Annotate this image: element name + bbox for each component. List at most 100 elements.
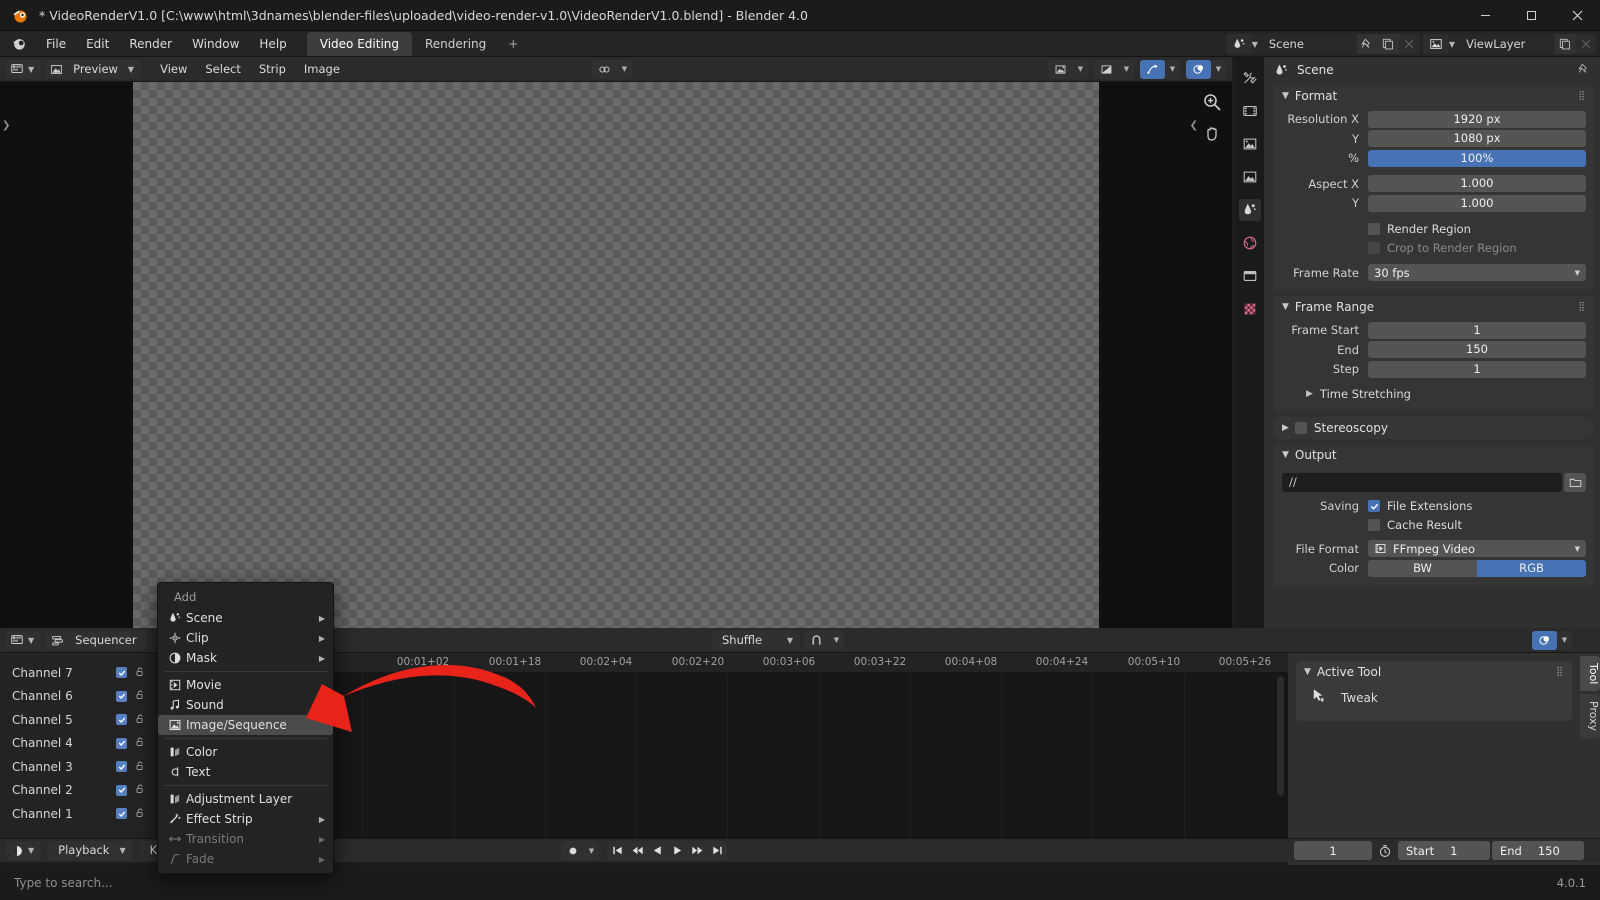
sequencer-view-selector[interactable]: Sequencer — [45, 630, 147, 650]
output-path-input[interactable]: // — [1282, 472, 1562, 492]
active-tool-presets-icon[interactable]: ⣿ — [1556, 667, 1564, 676]
tab-tool[interactable]: Tool — [1580, 656, 1600, 692]
editor-type-selector[interactable]: ▼ — [6, 59, 42, 79]
frame-step-field[interactable]: 1 — [1368, 360, 1586, 378]
remove-viewlayer-button[interactable] — [1575, 34, 1596, 54]
snap-group[interactable]: ▼ — [804, 630, 844, 650]
zoom-icon[interactable] — [1202, 92, 1222, 115]
maximize-button[interactable] — [1508, 0, 1554, 31]
blender-menu-icon[interactable] — [12, 36, 27, 51]
snap-chevron-icon[interactable]: ▼ — [829, 631, 844, 650]
add-workspace-button[interactable]: + — [499, 32, 527, 56]
channel-lock-icon[interactable] — [135, 783, 146, 797]
preview-canvas[interactable]: ❯ ❮ — [0, 82, 1232, 628]
panel-frame-range-header[interactable]: ▼ Frame Range ⣿ — [1274, 296, 1594, 318]
panel-stereoscopy-header[interactable]: ▶ Stereoscopy — [1274, 417, 1594, 439]
browse-folder-icon[interactable] — [1564, 472, 1586, 492]
channel-lock-icon[interactable] — [135, 807, 146, 821]
overlays-group[interactable]: ▼ — [1186, 59, 1226, 79]
menu-item-movie[interactable]: Movie — [158, 675, 333, 695]
image-overlay-group[interactable]: ▼ — [1048, 59, 1088, 79]
channel-row[interactable]: Channel 7 — [0, 661, 160, 685]
properties-tab-render[interactable] — [1239, 100, 1261, 122]
menu-item-sound[interactable]: Sound — [158, 695, 333, 715]
percent-field[interactable]: 100% — [1368, 149, 1586, 167]
snap-magnet-icon[interactable] — [804, 631, 829, 650]
render-region-checkbox[interactable] — [1368, 223, 1380, 235]
channel-row[interactable]: Channel 2 — [0, 779, 160, 803]
gizmo-icon[interactable] — [592, 60, 617, 79]
channel-lock-icon[interactable] — [135, 713, 146, 727]
channel-row[interactable]: Channel 6 — [0, 685, 160, 709]
channel-visibility-checkbox[interactable] — [116, 690, 127, 702]
gizmo-chevron-icon[interactable]: ▼ — [617, 60, 632, 79]
properties-tab-texture[interactable] — [1239, 298, 1261, 320]
channel-icon[interactable] — [1094, 60, 1119, 79]
frame-rate-dropdown[interactable]: 30 fps ▼ — [1368, 264, 1586, 281]
menu-help[interactable]: Help — [249, 33, 296, 55]
panel-output-header[interactable]: ▼ Output — [1274, 444, 1594, 466]
preview-right-sidebar-toggle[interactable]: ❮ — [1190, 120, 1198, 131]
tab-rendering[interactable]: Rendering — [412, 32, 499, 56]
overlays-chevron-icon[interactable]: ▼ — [1211, 60, 1226, 79]
channel-lock-icon[interactable] — [135, 689, 146, 703]
frame-end-field[interactable]: 150 — [1368, 341, 1586, 358]
preview-menu-strip[interactable]: Strip — [250, 59, 295, 79]
channel-visibility-checkbox[interactable] — [116, 667, 127, 679]
channel-row[interactable]: Channel 1 — [0, 802, 160, 826]
chevron-down-icon[interactable]: ▼ — [584, 841, 599, 860]
close-button[interactable] — [1554, 0, 1600, 31]
timeline-editor-type-selector[interactable]: ▼ — [6, 841, 42, 860]
panel-format-header[interactable]: ▼ Format ⣿ — [1274, 85, 1594, 107]
properties-tab-scene[interactable] — [1239, 199, 1261, 221]
preview-menu-select[interactable]: Select — [196, 59, 249, 79]
unlink-scene-button[interactable] — [1398, 34, 1420, 54]
aspect-y-field[interactable]: 1.000 — [1368, 194, 1586, 212]
overlays-icon[interactable] — [1532, 630, 1557, 650]
end-frame-field[interactable]: End 150 — [1492, 841, 1584, 860]
jump-start-icon[interactable] — [607, 841, 627, 860]
resolution-x-field[interactable]: 1920 px — [1368, 110, 1586, 128]
gizmo-toggle-chevron-icon[interactable]: ▼ — [1165, 60, 1180, 79]
menu-item-text[interactable]: Text — [158, 762, 333, 782]
image-overlay-chevron-icon[interactable]: ▼ — [1073, 60, 1088, 79]
properties-tab-collection[interactable] — [1239, 265, 1261, 287]
playback-dropdown[interactable]: Playback ▼ — [48, 841, 133, 860]
gizmo-toggle-icon[interactable] — [1140, 59, 1165, 79]
channel-lock-icon[interactable] — [135, 666, 146, 680]
sequencer-vertical-scrollbar[interactable] — [1277, 676, 1284, 796]
tab-proxy[interactable]: Proxy — [1580, 694, 1600, 739]
auto-keying-group[interactable]: ▼ — [561, 841, 599, 860]
display-mode-selector[interactable]: Preview ▼ — [45, 59, 142, 79]
image-overlay-icon[interactable] — [1048, 60, 1073, 79]
file-extensions-checkbox[interactable] — [1368, 500, 1380, 512]
use-preview-range-icon[interactable] — [1374, 841, 1396, 860]
menu-item-mask[interactable]: Mask ▶ — [158, 648, 333, 668]
channel-row[interactable]: Channel 4 — [0, 732, 160, 756]
menu-item-scene[interactable]: Scene ▶ — [158, 608, 333, 628]
new-scene-button[interactable] — [1377, 34, 1399, 54]
stereoscopy-checkbox[interactable] — [1294, 421, 1307, 434]
file-format-dropdown[interactable]: FFmpeg Video ▼ — [1368, 540, 1586, 557]
gizmo-toggle-group[interactable]: ▼ — [1140, 59, 1180, 79]
channel-row[interactable]: Channel 3 — [0, 755, 160, 779]
viewlayer-selector[interactable]: ▼ ViewLayer — [1422, 34, 1596, 54]
properties-tab-tool[interactable] — [1239, 67, 1261, 89]
overlays-icon[interactable] — [1186, 59, 1211, 79]
search-hint[interactable]: Type to search... — [14, 876, 113, 890]
subpanel-time-stretching[interactable]: ▶ Time Stretching — [1282, 384, 1586, 404]
menu-item-adjustment-layer[interactable]: Adjustment Layer — [158, 789, 333, 809]
channel-lock-icon[interactable] — [135, 760, 146, 774]
channel-lock-icon[interactable] — [135, 736, 146, 750]
channel-group[interactable]: ▼ — [1094, 59, 1134, 79]
chevron-down-icon[interactable]: ▼ — [1557, 631, 1572, 650]
properties-tab-output[interactable] — [1239, 133, 1261, 155]
play-reverse-icon[interactable] — [647, 841, 667, 860]
menu-item-color[interactable]: Color — [158, 742, 333, 762]
frame-start-field[interactable]: 1 — [1368, 321, 1586, 339]
start-frame-field[interactable]: Start 1 — [1398, 841, 1490, 860]
pin-properties-icon[interactable] — [1578, 63, 1590, 78]
channel-row[interactable]: Channel 5 — [0, 708, 160, 732]
prev-keyframe-icon[interactable] — [627, 841, 647, 860]
new-viewlayer-button[interactable] — [1554, 34, 1575, 54]
